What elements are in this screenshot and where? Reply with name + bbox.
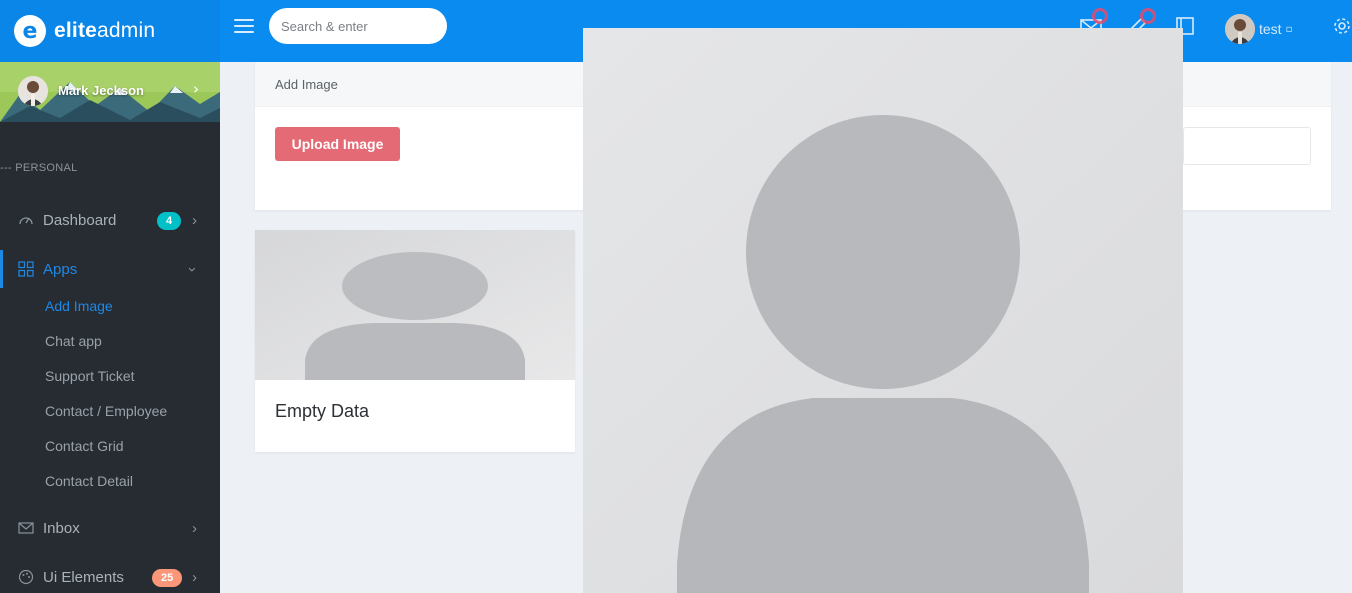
chevron-right-icon: › — [192, 568, 197, 586]
caret-icon: ▫ — [1285, 23, 1293, 35]
text-field[interactable] — [1183, 127, 1311, 165]
sidebar-item-inbox[interactable]: Inbox › — [0, 509, 220, 547]
chevron-right-icon: › — [192, 211, 197, 229]
sidebar-item-apps[interactable]: Apps › — [0, 250, 220, 288]
section-label: --- PERSONAL — [0, 162, 78, 174]
sidebar-item-label: Apps — [43, 260, 78, 278]
count-badge: 25 — [152, 569, 183, 587]
user-menu[interactable]: test ▫ — [1225, 14, 1292, 44]
submenu-item-contact-detail[interactable]: Contact Detail — [45, 473, 133, 489]
image-preview-overlay[interactable] — [583, 28, 1183, 593]
chevron-right-icon: › — [193, 80, 199, 98]
avatar-placeholder-image — [583, 28, 1183, 593]
count-badge: 4 — [157, 212, 182, 230]
sidebar-profile[interactable]: Mark Jeckson › — [0, 62, 220, 122]
gear-icon[interactable] — [1332, 16, 1352, 36]
notification-pulse — [1140, 8, 1156, 24]
sidebar-item-dashboard[interactable]: Dashboard 4 › — [0, 201, 220, 239]
card-title: Empty Data — [275, 401, 370, 421]
mail-icon — [18, 522, 34, 534]
submenu-item-contact-grid[interactable]: Contact Grid — [45, 438, 124, 454]
submenu-item-contact-employee[interactable]: Contact / Employee — [45, 403, 167, 419]
profile-name: Mark Jeckson — [58, 83, 144, 98]
image-card: Empty Data — [255, 230, 575, 452]
user-name: test — [1259, 21, 1282, 37]
sidebar-item-label: Ui Elements — [43, 568, 124, 586]
sidebar-item-ui-elements[interactable]: Ui Elements 25 › — [0, 558, 220, 593]
sidebar: Mark Jeckson › --- PERSONAL Dashboard 4 … — [0, 62, 220, 593]
placeholder-image — [255, 230, 575, 380]
brand-name: eliteadmin — [54, 19, 156, 42]
chevron-down-icon: › — [184, 266, 201, 272]
upload-image-button[interactable]: Upload Image — [275, 127, 400, 161]
profile-avatar — [18, 76, 48, 106]
submenu-item-add-image[interactable]: Add Image — [45, 298, 113, 314]
submenu-item-support-ticket[interactable]: Support Ticket — [45, 368, 135, 384]
palette-icon — [18, 569, 34, 585]
logo-icon: e — [14, 15, 46, 47]
sidebar-item-label: Inbox — [43, 519, 80, 537]
submenu-item-chat-app[interactable]: Chat app — [45, 333, 102, 349]
sidebar-item-label: Dashboard — [43, 211, 117, 229]
search-input[interactable] — [269, 8, 447, 44]
chevron-right-icon: › — [192, 519, 197, 537]
menu-toggle-icon[interactable] — [234, 17, 254, 35]
grid-icon — [18, 261, 34, 277]
brand-logo[interactable]: e eliteadmin — [0, 0, 220, 62]
gauge-icon — [19, 217, 33, 225]
notification-pulse — [1092, 8, 1108, 24]
active-indicator — [0, 250, 3, 288]
user-avatar — [1225, 14, 1255, 44]
